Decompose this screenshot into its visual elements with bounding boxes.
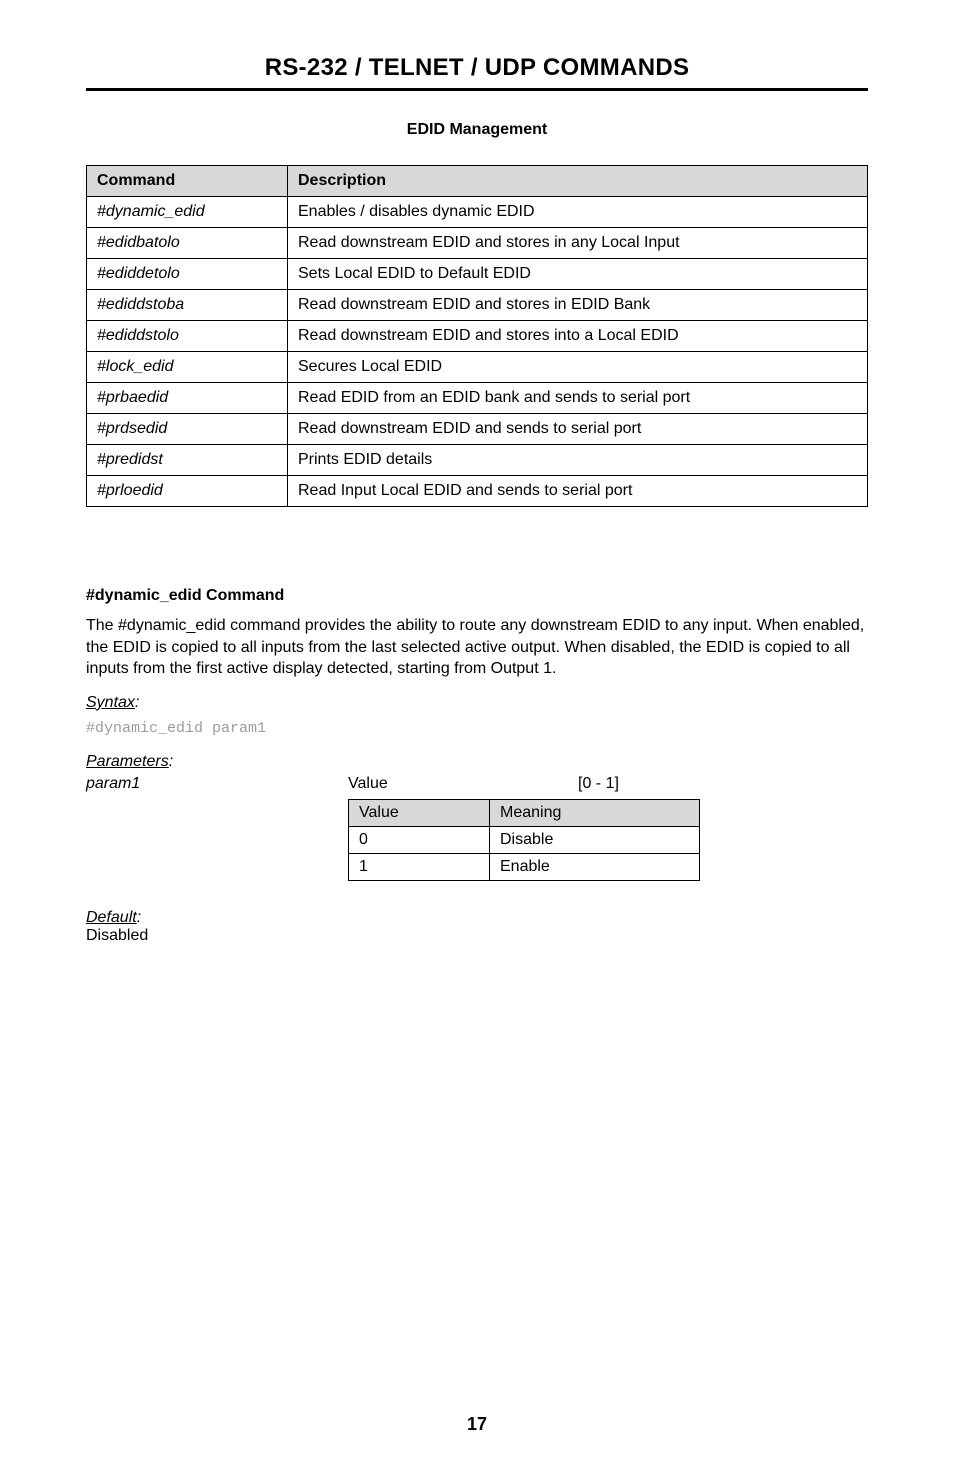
desc-cell: Read downstream EDID and stores in any L…	[288, 228, 868, 259]
param-value-label: Value	[348, 775, 578, 793]
parameters-label: Parameters:	[86, 753, 868, 771]
value-table: Value Meaning 0 Disable 1 Enable	[348, 799, 700, 881]
cmd-cell: #prbaedid	[87, 383, 288, 414]
section-title: EDID Management	[86, 121, 868, 139]
desc-cell: Read Input Local EDID and sends to seria…	[288, 476, 868, 507]
parameters-label-text: Parameters	[86, 753, 169, 770]
col-value: Value	[349, 799, 490, 826]
table-row: #lock_edid Secures Local EDID	[87, 352, 868, 383]
meaning-cell: Enable	[490, 853, 700, 880]
table-row: 0 Disable	[349, 826, 700, 853]
table-row: #ediddstoba Read downstream EDID and sto…	[87, 290, 868, 321]
param-row: param1 Value [0 - 1]	[86, 775, 868, 793]
value-cell: 0	[349, 826, 490, 853]
cmd-cell: #ediddstoba	[87, 290, 288, 321]
syntax-label-text: Syntax	[86, 694, 135, 711]
cmd-cell: #edidbatolo	[87, 228, 288, 259]
cmd-cell: #prloedid	[87, 476, 288, 507]
desc-cell: Enables / disables dynamic EDID	[288, 197, 868, 228]
desc-cell: Read downstream EDID and sends to serial…	[288, 414, 868, 445]
desc-cell: Prints EDID details	[288, 445, 868, 476]
table-row: 1 Enable	[349, 853, 700, 880]
cmd-cell: #predidst	[87, 445, 288, 476]
col-meaning: Meaning	[490, 799, 700, 826]
default-value: Disabled	[86, 927, 148, 944]
title-rule	[86, 88, 868, 91]
default-label: Default	[86, 909, 137, 926]
page-number: 17	[0, 1414, 954, 1435]
desc-cell: Read EDID from an EDID bank and sends to…	[288, 383, 868, 414]
desc-cell: Secures Local EDID	[288, 352, 868, 383]
param-name: param1	[86, 775, 348, 793]
table-row: #prloedid Read Input Local EDID and send…	[87, 476, 868, 507]
page: RS-232 / TELNET / UDP COMMANDS EDID Mana…	[0, 0, 954, 1475]
cmd-cell: #ediddstolo	[87, 321, 288, 352]
table-row: #edidbatolo Read downstream EDID and sto…	[87, 228, 868, 259]
cmd-cell: #dynamic_edid	[87, 197, 288, 228]
syntax-label: Syntax:	[86, 694, 868, 712]
table-row: #predidst Prints EDID details	[87, 445, 868, 476]
syntax-code: #dynamic_edid param1	[86, 720, 868, 737]
table-row: #ediddetolo Sets Local EDID to Default E…	[87, 259, 868, 290]
cmd-cell: #prdsedid	[87, 414, 288, 445]
desc-cell: Read downstream EDID and stores in EDID …	[288, 290, 868, 321]
cmd-cell: #lock_edid	[87, 352, 288, 383]
table-row: #ediddstolo Read downstream EDID and sto…	[87, 321, 868, 352]
col-command: Command	[87, 166, 288, 197]
table-header-row: Value Meaning	[349, 799, 700, 826]
command-table: Command Description #dynamic_edid Enable…	[86, 165, 868, 507]
param-range: [0 - 1]	[578, 775, 619, 793]
syntax-colon: :	[135, 694, 139, 711]
table-row: #prdsedid Read downstream EDID and sends…	[87, 414, 868, 445]
desc-cell: Read downstream EDID and stores into a L…	[288, 321, 868, 352]
table-row: #prbaedid Read EDID from an EDID bank an…	[87, 383, 868, 414]
meaning-cell: Disable	[490, 826, 700, 853]
default-colon: :	[137, 909, 141, 926]
page-title: RS-232 / TELNET / UDP COMMANDS	[86, 54, 868, 82]
col-description: Description	[288, 166, 868, 197]
cmd-cell: #ediddetolo	[87, 259, 288, 290]
command-detail-title: #dynamic_edid Command	[86, 587, 868, 605]
table-header-row: Command Description	[87, 166, 868, 197]
desc-cell: Sets Local EDID to Default EDID	[288, 259, 868, 290]
table-row: #dynamic_edid Enables / disables dynamic…	[87, 197, 868, 228]
parameters-colon: :	[169, 753, 173, 770]
default-block: Default: Disabled	[86, 909, 868, 945]
command-detail-description: The #dynamic_edid command provides the a…	[86, 615, 868, 680]
value-cell: 1	[349, 853, 490, 880]
